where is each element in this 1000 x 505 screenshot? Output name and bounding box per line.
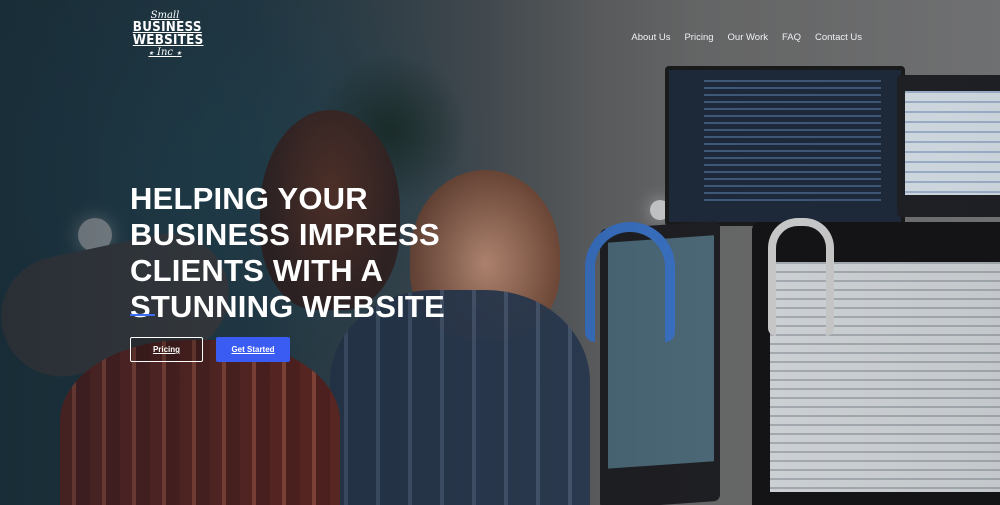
nav-contact-us[interactable]: Contact Us xyxy=(815,32,862,43)
headline-accent-bar xyxy=(130,314,155,316)
headline-line: CLIENTS WITH A xyxy=(130,253,384,288)
nav-our-work[interactable]: Our Work xyxy=(728,32,768,43)
logo-websites-text: WEBSITES xyxy=(132,33,204,48)
headline-line: BUSINESS IMPRESS xyxy=(130,217,440,252)
headline-line: STUNNING WEBSITE xyxy=(130,289,445,324)
main-nav: About Us Pricing Our Work FAQ Contact Us xyxy=(631,32,862,43)
logo-inc-text: ★ Inc ★ xyxy=(148,47,182,58)
get-started-button[interactable]: Get Started xyxy=(216,337,290,362)
headline-line: HELPING YOUR xyxy=(130,181,368,216)
hero-headline: HELPING YOUR BUSINESS IMPRESS CLIENTS WI… xyxy=(130,181,445,325)
star-icon: ★ xyxy=(176,50,182,57)
site-logo[interactable]: Small BUSINESS WEBSITES ★ Inc ★ xyxy=(130,10,204,59)
nav-pricing[interactable]: Pricing xyxy=(684,32,713,43)
nav-about-us[interactable]: About Us xyxy=(631,32,670,43)
star-icon: ★ xyxy=(148,50,154,57)
nav-faq[interactable]: FAQ xyxy=(782,32,801,43)
pricing-button[interactable]: Pricing xyxy=(130,337,203,362)
